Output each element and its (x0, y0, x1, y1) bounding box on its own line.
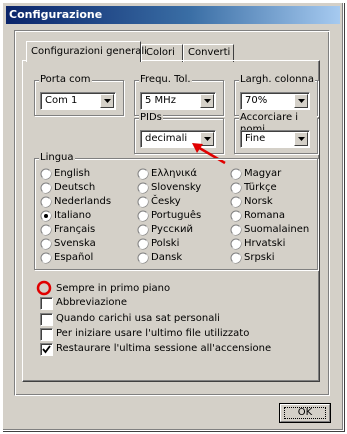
lingua-option-label: Romana (244, 210, 285, 221)
checkmark-icon (42, 345, 51, 354)
radio-icon[interactable] (40, 210, 52, 222)
porta-com-value: Com 1 (45, 95, 78, 106)
chevron-down-icon[interactable] (294, 94, 308, 108)
porta-com-label: Porta com (39, 74, 92, 86)
tab-label: Configurazioni generali (31, 46, 147, 57)
checkbox-box[interactable] (40, 328, 53, 341)
chevron-down-icon[interactable] (100, 94, 114, 108)
checkbox-box[interactable] (40, 343, 53, 356)
lingua-option-label: Polski (151, 238, 180, 249)
lingua-option-label: Svenska (54, 238, 96, 249)
frequ-tol-value: 5 MHz (145, 95, 176, 106)
radio-icon[interactable] (230, 238, 242, 250)
radio-icon[interactable] (137, 238, 149, 250)
title-bar[interactable]: Configurazione (6, 6, 340, 24)
radio-icon[interactable] (137, 196, 149, 208)
lingua-option-label: Norsk (244, 196, 273, 207)
lingua-option-label: Srpski (244, 252, 275, 263)
radio-icon[interactable] (230, 168, 242, 180)
largh-colonna-value: 70% (245, 95, 268, 106)
lingua-option-label: Español (54, 252, 94, 263)
restaurare-sessione-label: Restaurare l'ultima sessione all'accensi… (56, 343, 272, 354)
radio-icon[interactable] (230, 182, 242, 194)
accorciare-value: Fine (245, 133, 266, 144)
tab-label: Converti (188, 47, 231, 58)
radio-icon[interactable] (40, 238, 52, 250)
pids-label: PIDs (139, 112, 163, 124)
accorciare-select[interactable]: Fine (240, 130, 310, 148)
porta-com-select[interactable]: Com 1 (40, 92, 116, 110)
focus-rect (284, 407, 326, 419)
radio-icon[interactable] (40, 196, 52, 208)
lingua-option-label: Magyar (244, 168, 282, 179)
checkbox-box[interactable] (40, 313, 53, 326)
lingua-option-label: Italiano (54, 210, 92, 221)
window-title: Configurazione (9, 8, 103, 21)
radio-icon[interactable] (137, 210, 149, 222)
radio-icon[interactable] (230, 210, 242, 222)
lingua-option-label: English (54, 168, 91, 179)
tab-configurazioni-generali[interactable]: Configurazioni generali (26, 41, 147, 62)
chevron-down-icon[interactable] (294, 132, 308, 146)
lingua-option-label: Türkçe (244, 182, 277, 193)
frequ-tol-select[interactable]: 5 MHz (140, 92, 216, 110)
chevron-down-icon[interactable] (200, 94, 214, 108)
sat-personali-label: Quando carichi usa sat personali (56, 313, 220, 324)
radio-icon[interactable] (137, 168, 149, 180)
lingua-option-label: Русский (151, 224, 193, 235)
lingua-option-label: Français (54, 224, 96, 235)
radio-icon[interactable] (137, 252, 149, 264)
radio-icon[interactable] (137, 224, 149, 236)
radio-icon[interactable] (230, 224, 242, 236)
lingua-option-label: Česky (151, 196, 181, 207)
lingua-option-label: Deutsch (54, 182, 96, 193)
radio-icon[interactable] (40, 224, 52, 236)
lingua-option-label: Ελληνικά (151, 168, 197, 179)
radio-icon[interactable] (40, 252, 52, 264)
lingua-option-label: Nederlands (54, 196, 112, 207)
radio-icon[interactable] (137, 182, 149, 194)
radio-icon[interactable] (230, 196, 242, 208)
tab-label: Colori (146, 47, 175, 58)
ultimo-file-label: Per iniziare usare l'ultimo file utilizz… (56, 328, 250, 339)
sempre-primo-piano-label: Sempre in primo piano (56, 283, 171, 294)
largh-colonna-select[interactable]: 70% (240, 92, 310, 110)
lingua-option-label: Dansk (151, 252, 183, 263)
checkbox-box[interactable] (40, 297, 53, 310)
lingua-option-label: Hrvatski (244, 238, 286, 249)
largh-colonna-label: Largh. colonna (239, 74, 315, 86)
radio-icon[interactable] (40, 182, 52, 194)
annotation-circle-icon (36, 280, 52, 296)
pids-value: decimali (145, 133, 188, 144)
radio-icon[interactable] (40, 168, 52, 180)
ok-button[interactable]: OK (279, 403, 331, 423)
lingua-option-label: Português (151, 210, 202, 221)
abbreviazione-label: Abbreviazione (56, 297, 128, 308)
lingua-option-label: Suomalainen (244, 224, 310, 235)
radio-icon[interactable] (230, 252, 242, 264)
lingua-label: Lingua (39, 152, 75, 164)
lingua-option-label: Slovensky (151, 182, 202, 193)
frequ-tol-label: Frequ. Tol. (139, 74, 192, 86)
